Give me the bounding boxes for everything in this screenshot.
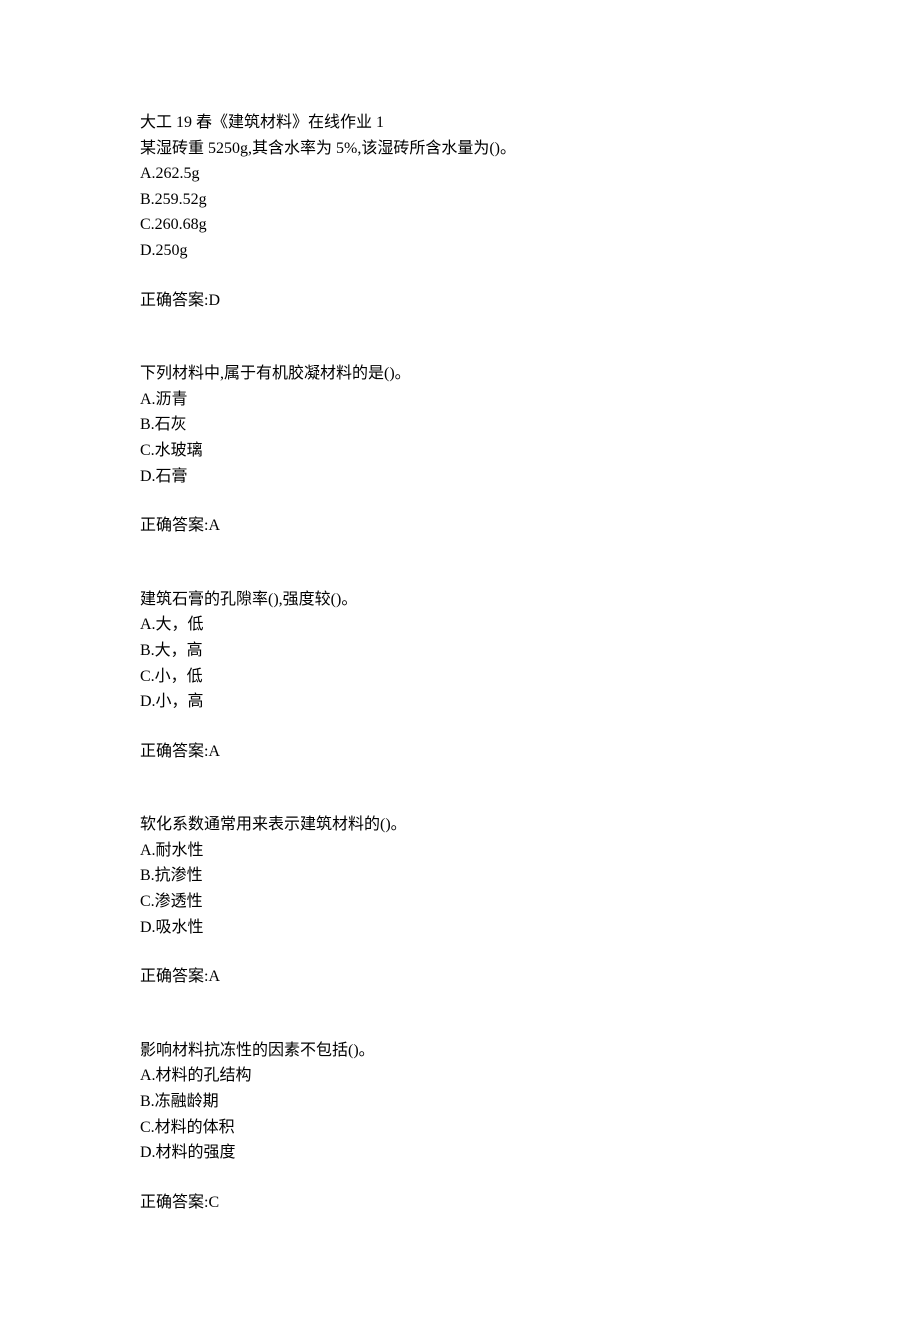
question-block: 软化系数通常用来表示建筑材料的()。 A.耐水性 B.抗渗性 C.渗透性 D.吸…: [140, 812, 780, 990]
option-d: D.材料的强度: [140, 1140, 780, 1166]
document-page: 大工 19 春《建筑材料》在线作业 1 某湿砖重 5250g,其含水率为 5%,…: [0, 0, 920, 1323]
option-a: A.材料的孔结构: [140, 1063, 780, 1089]
option-b: B.冻融龄期: [140, 1089, 780, 1115]
option-a: A.大，低: [140, 612, 780, 638]
option-b: B.259.52g: [140, 187, 780, 213]
question-block: 建筑石膏的孔隙率(),强度较()。 A.大，低 B.大，高 C.小，低 D.小，…: [140, 587, 780, 765]
answer-line: 正确答案:C: [140, 1190, 780, 1216]
answer-line: 正确答案:A: [140, 964, 780, 990]
option-b: B.石灰: [140, 412, 780, 438]
option-a: A.262.5g: [140, 161, 780, 187]
option-c: C.材料的体积: [140, 1115, 780, 1141]
question-block: 影响材料抗冻性的因素不包括()。 A.材料的孔结构 B.冻融龄期 C.材料的体积…: [140, 1038, 780, 1216]
page-title: 大工 19 春《建筑材料》在线作业 1: [140, 110, 780, 136]
answer-line: 正确答案:A: [140, 513, 780, 539]
option-b: B.抗渗性: [140, 863, 780, 889]
question-stem: 某湿砖重 5250g,其含水率为 5%,该湿砖所含水量为()。: [140, 136, 780, 162]
option-d: D.小，高: [140, 689, 780, 715]
option-c: C.水玻璃: [140, 438, 780, 464]
option-d: D.石膏: [140, 464, 780, 490]
option-d: D.吸水性: [140, 915, 780, 941]
option-c: C.小，低: [140, 664, 780, 690]
question-stem: 建筑石膏的孔隙率(),强度较()。: [140, 587, 780, 613]
question-block: 下列材料中,属于有机胶凝材料的是()。 A.沥青 B.石灰 C.水玻璃 D.石膏…: [140, 361, 780, 539]
answer-line: 正确答案:A: [140, 739, 780, 765]
option-c: C.渗透性: [140, 889, 780, 915]
question-stem: 软化系数通常用来表示建筑材料的()。: [140, 812, 780, 838]
option-c: C.260.68g: [140, 212, 780, 238]
question-block: 某湿砖重 5250g,其含水率为 5%,该湿砖所含水量为()。 A.262.5g…: [140, 136, 780, 314]
option-d: D.250g: [140, 238, 780, 264]
option-b: B.大，高: [140, 638, 780, 664]
option-a: A.耐水性: [140, 838, 780, 864]
question-stem: 影响材料抗冻性的因素不包括()。: [140, 1038, 780, 1064]
option-a: A.沥青: [140, 387, 780, 413]
question-stem: 下列材料中,属于有机胶凝材料的是()。: [140, 361, 780, 387]
answer-line: 正确答案:D: [140, 288, 780, 314]
